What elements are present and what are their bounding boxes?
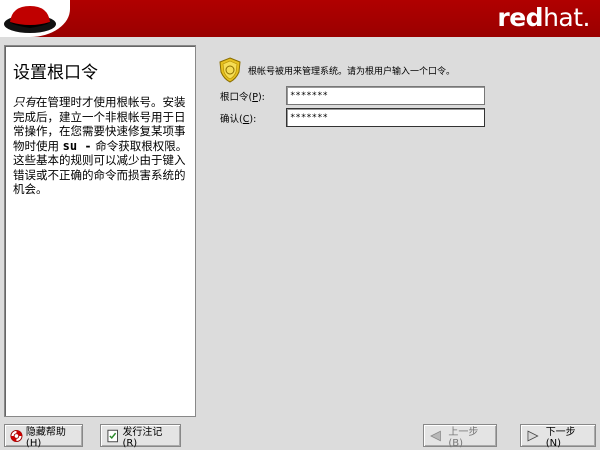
info-row: 根帐号被用来管理系统。请为根用户输入一个口令。 [218,57,455,83]
release-notes-label: 发行注记(R) [122,426,163,449]
lifebuoy-icon [10,429,23,442]
security-badge-icon [219,57,241,83]
main-content: 根帐号被用来管理系统。请为根用户输入一个口令。 根口令(P): 确认(C): [200,45,600,417]
hide-help-label: 隐藏帮助(H) [25,426,66,449]
password-row: 根口令(P): [220,86,485,105]
confirm-label: 确认(C): [220,113,257,125]
help-text: 只有在管理时才使用根帐号。安装完成后，建立一个非根帐号用于日常操作，在您需要快速… [13,95,188,196]
arrow-left-icon [430,430,441,441]
help-panel: 设置根口令 只有在管理时才使用根帐号。安装完成后，建立一个非根帐号用于日常操作，… [4,45,196,417]
release-notes-button[interactable]: 发行注记(R) [100,424,181,449]
confirm-input[interactable] [286,108,485,127]
header-banner: redhat. [0,0,600,37]
document-icon [107,429,118,442]
next-button[interactable]: 下一步(N) [520,424,596,449]
arrow-right-icon [527,429,539,442]
redhat-logo: redhat. [497,3,590,32]
password-input[interactable] [286,86,485,105]
info-text: 根帐号被用来管理系统。请为根用户输入一个口令。 [248,66,456,77]
password-label: 根口令(P): [220,91,265,103]
confirm-row: 确认(C): [220,108,485,127]
next-label: 下一步(N) [545,426,576,449]
help-title: 设置根口令 [13,63,98,83]
redhat-shadowman-icon [4,6,56,33]
back-label: 上一步(B) [448,426,479,449]
back-button[interactable]: 上一步(B) [423,424,497,449]
hide-help-button[interactable]: 隐藏帮助(H) [4,424,83,449]
